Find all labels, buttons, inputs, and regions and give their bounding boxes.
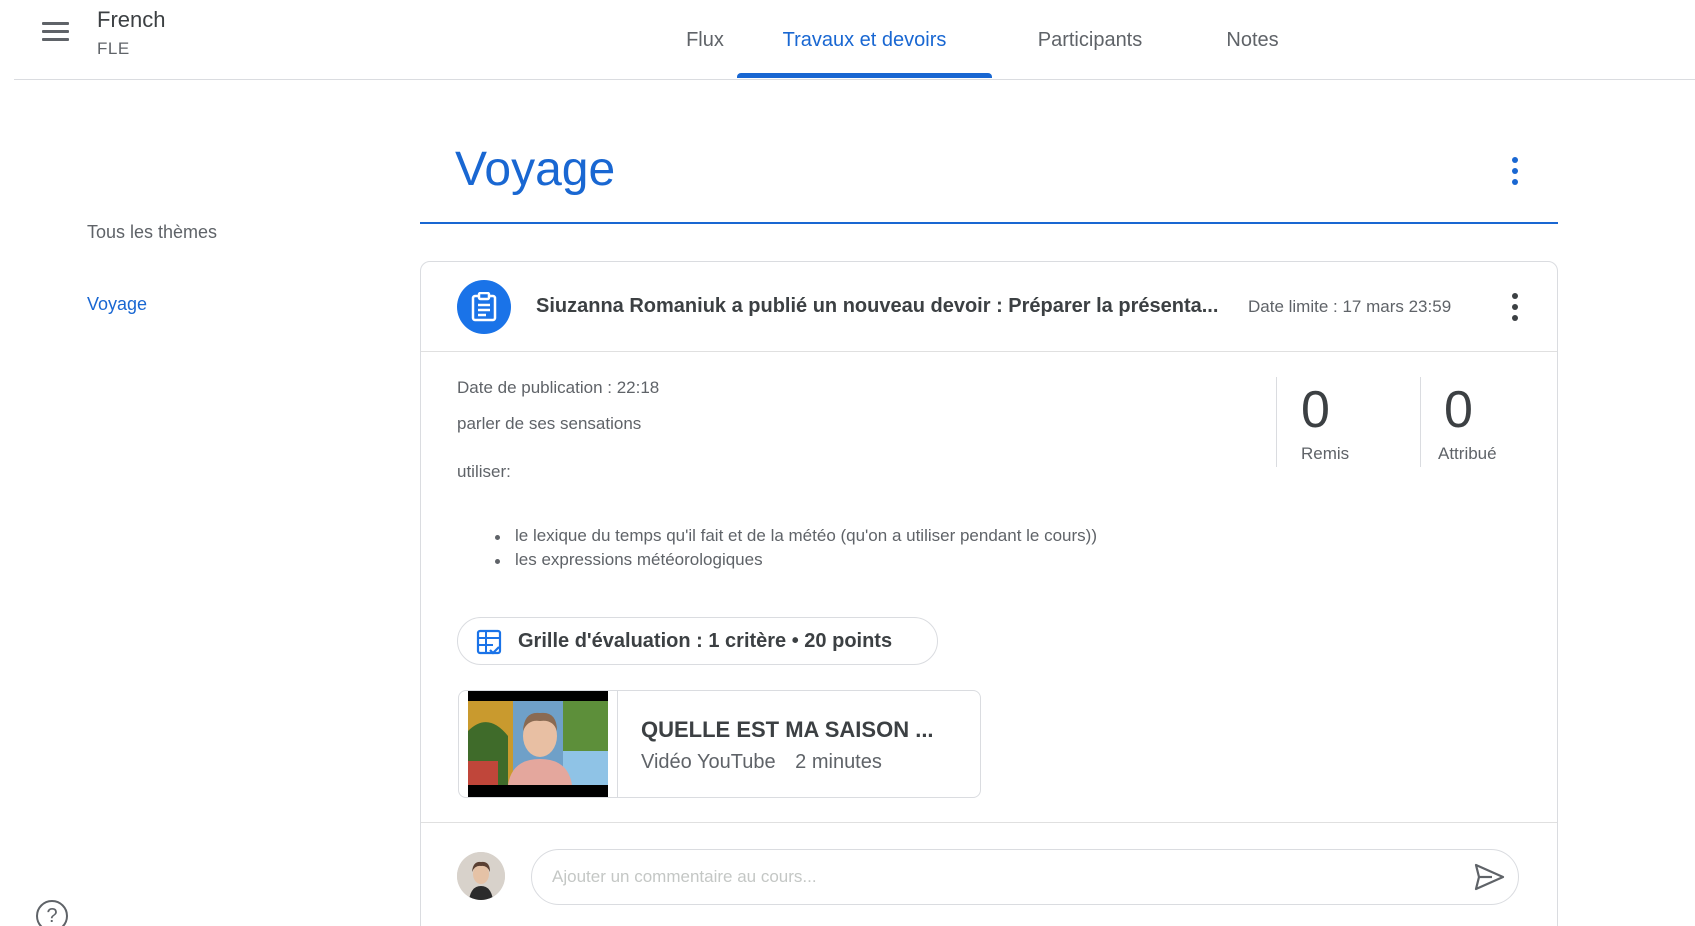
youtube-attachment[interactable]: QUELLE EST MA SAISON ... Vidéo YouTube 2…	[458, 690, 981, 798]
menu-icon[interactable]	[40, 18, 72, 46]
assignment-title[interactable]: Siuzanna Romaniuk a publié un nouveau de…	[536, 295, 1218, 318]
help-icon[interactable]: ?	[36, 900, 68, 926]
stat-divider	[1276, 377, 1277, 467]
bullet-item: le lexique du temps qu'il fait et de la …	[485, 526, 1097, 550]
tab-notes[interactable]: Notes	[1205, 0, 1300, 80]
more-vert-icon[interactable]	[1507, 291, 1523, 323]
sidebar-item-voyage[interactable]: Voyage	[87, 294, 147, 315]
description-bullets: le lexique du temps qu'il fait et de la …	[485, 526, 1097, 574]
comment-divider	[421, 822, 1557, 823]
video-meta: Vidéo YouTube 2 minutes	[641, 751, 896, 774]
video-thumbnail	[468, 691, 608, 797]
video-type: Vidéo YouTube	[641, 751, 776, 773]
rubric-chip[interactable]: Grille d'évaluation : 1 critère • 20 poi…	[457, 617, 938, 665]
more-vert-icon[interactable]	[1507, 155, 1523, 187]
assigned-label: Attribué	[1438, 444, 1497, 463]
avatar	[457, 852, 505, 900]
assignment-card: Siuzanna Romaniuk a publié un nouveau de…	[420, 261, 1558, 926]
description-line: utiliser:	[457, 462, 511, 481]
topic-divider	[420, 222, 1558, 224]
bullet-item: les expressions météorologiques	[485, 550, 1097, 574]
video-duration: 2 minutes	[795, 751, 882, 773]
rubric-label: Grille d'évaluation : 1 critère • 20 poi…	[518, 630, 893, 652]
video-title: QUELLE EST MA SAISON ...	[641, 717, 934, 742]
comment-input[interactable]	[552, 864, 1432, 890]
assignment-icon	[457, 280, 511, 334]
assignment-header[interactable]: Siuzanna Romaniuk a publié un nouveau de…	[421, 262, 1557, 352]
tab-participants[interactable]: Participants	[1010, 0, 1170, 80]
header-divider	[14, 79, 1695, 80]
sidebar-item-all-topics[interactable]: Tous les thèmes	[87, 222, 217, 243]
due-date: Date limite : 17 mars 23:59	[1248, 297, 1452, 316]
active-tab-indicator	[737, 73, 992, 78]
turned-in-count[interactable]: 0	[1301, 380, 1330, 440]
comment-box	[531, 849, 1519, 905]
top-app-bar: French FLE Flux Travaux et devoirs Parti…	[0, 0, 1695, 80]
rubric-icon	[476, 629, 502, 660]
class-section: FLE	[97, 39, 130, 58]
class-title[interactable]: French	[97, 7, 165, 33]
tab-travaux-et-devoirs[interactable]: Travaux et devoirs	[737, 0, 992, 80]
thumbnail-divider	[617, 691, 618, 797]
send-icon[interactable]	[1472, 862, 1506, 892]
stat-divider	[1420, 377, 1421, 467]
assigned-count[interactable]: 0	[1444, 380, 1473, 440]
publish-date: Date de publication : 22:18	[457, 378, 660, 397]
turned-in-label: Remis	[1301, 444, 1350, 463]
topic-title: Voyage	[455, 143, 616, 196]
description-line: parler de ses sensations	[457, 414, 642, 433]
